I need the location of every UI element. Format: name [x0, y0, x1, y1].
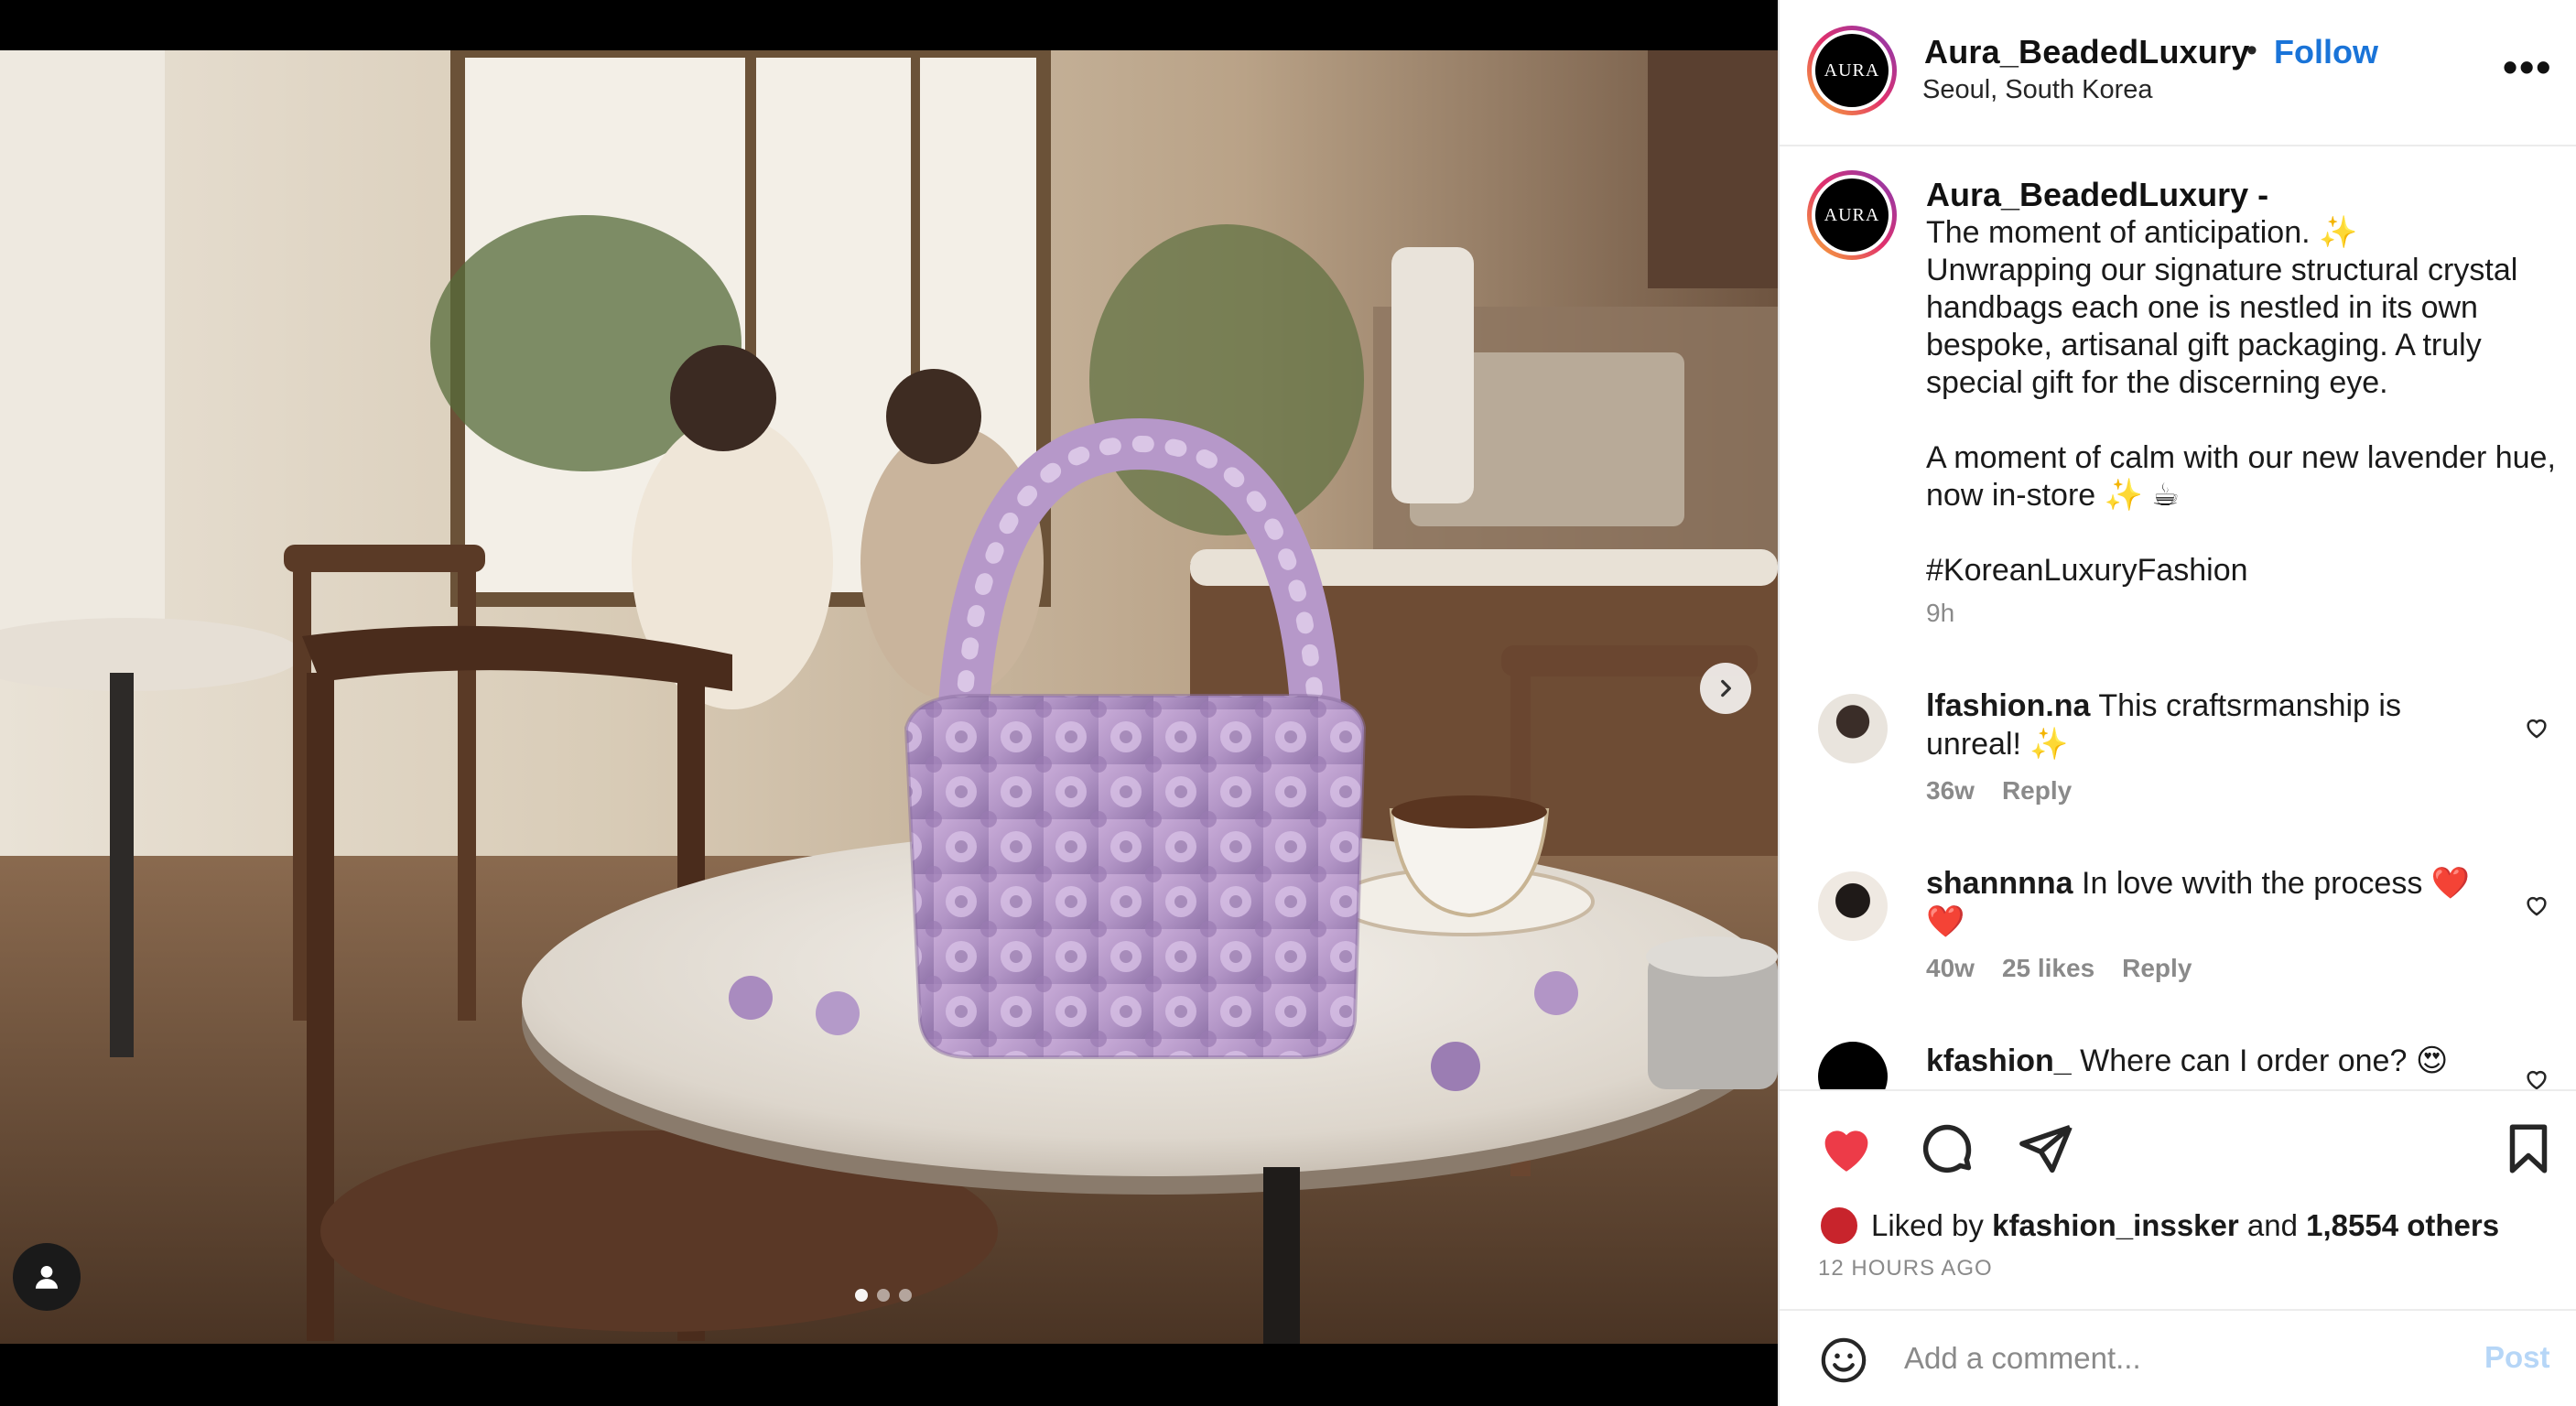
caption-time: 9h — [1926, 599, 1955, 627]
heart-icon[interactable] — [2523, 1065, 2550, 1089]
avatar[interactable] — [1818, 1042, 1888, 1089]
comment-username[interactable]: lfashion.na — [1926, 688, 2090, 723]
comment-username[interactable]: kfashion_ — [1926, 1044, 2072, 1078]
comment-likes[interactable]: 25 likes — [2002, 954, 2094, 983]
liker-avatar — [1818, 1205, 1860, 1247]
carousel-next-button[interactable] — [1700, 663, 1751, 714]
post-photo — [0, 50, 1778, 1344]
more-options-icon[interactable]: ••• — [2503, 46, 2552, 88]
media-pane — [0, 0, 1778, 1406]
post-timestamp: 12 HOURS AGO — [1818, 1256, 1993, 1281]
comment-text: kfashion_ Where can I order one? 😍 — [1926, 1042, 2484, 1080]
comment-item: shannnna In love wvith the process ❤️ ❤️… — [1780, 864, 2576, 1029]
comment-meta: 40w 25 likes Reply — [1926, 954, 2192, 983]
follow-button[interactable]: Follow — [2274, 33, 2378, 71]
comment-item: lfashion.na This craftsrmanship is unrea… — [1780, 687, 2576, 851]
post-side-panel: AURA Aura_BeadedLuxury • Follow Seoul, S… — [1778, 0, 2576, 1406]
carousel-dot — [877, 1289, 890, 1302]
location-link[interactable]: Seoul, South Korea — [1922, 75, 2153, 105]
avatar[interactable] — [1818, 694, 1888, 763]
brand-logo: AURA — [1815, 34, 1889, 107]
separator-dot: • — [2246, 33, 2257, 68]
avatar[interactable]: AURA — [1807, 170, 1897, 260]
comment-body: Where can I order one? 😍 — [2080, 1044, 2449, 1078]
username-link[interactable]: Aura_BeadedLuxury — [1924, 33, 2250, 71]
caption-username[interactable]: Aura_BeadedLuxury - — [1926, 176, 2268, 214]
tagged-users-button[interactable] — [13, 1243, 81, 1311]
comment-time: 40w — [1926, 954, 1975, 982]
heart-icon[interactable] — [2523, 714, 2550, 741]
brand-logo: AURA — [1815, 178, 1889, 252]
likes-count[interactable]: 1,8554 others — [2306, 1208, 2499, 1243]
person-icon — [35, 1265, 59, 1289]
reply-button[interactable]: Reply — [2002, 776, 2072, 806]
comment-item: kfashion_ Where can I order one? 😍 — [1780, 1042, 2576, 1089]
heart-icon[interactable] — [1816, 1119, 1877, 1179]
share-icon[interactable] — [2016, 1119, 2076, 1179]
bookmark-icon[interactable] — [2501, 1119, 2556, 1179]
post-comment-button[interactable]: Post — [2484, 1340, 2550, 1375]
comment-text: lfashion.na This craftsrmanship is unrea… — [1926, 687, 2484, 763]
smiley-icon[interactable] — [1818, 1335, 1869, 1386]
comment-composer: Post — [1780, 1309, 2576, 1406]
avatar[interactable]: AURA — [1807, 26, 1897, 115]
carousel-indicator — [855, 1289, 912, 1302]
likes-summary[interactable]: Liked by kfashion_inssker and 1,8554 oth… — [1818, 1205, 2499, 1247]
caption-text: The moment of anticipation. ✨ Unwrapping… — [1926, 215, 2556, 588]
carousel-dot — [855, 1289, 868, 1302]
comment-text: shannnna In love wvith the process ❤️ ❤️ — [1926, 864, 2484, 941]
carousel-dot — [899, 1289, 912, 1302]
avatar[interactable] — [1818, 871, 1888, 941]
comment-input[interactable] — [1904, 1331, 2417, 1386]
post-header: AURA Aura_BeadedLuxury • Follow Seoul, S… — [1780, 0, 2576, 146]
reply-button[interactable]: Reply — [2122, 954, 2192, 983]
comment-icon[interactable] — [1917, 1119, 1977, 1179]
heart-icon[interactable] — [2523, 892, 2550, 919]
chevron-right-icon — [1721, 679, 1731, 698]
instagram-post-viewer: AURA Aura_BeadedLuxury • Follow Seoul, S… — [0, 0, 2576, 1406]
comment-username[interactable]: shannnna — [1926, 866, 2073, 901]
comment-meta: 36w Reply — [1926, 776, 2072, 806]
liker-username[interactable]: kfashion_inssker — [1992, 1208, 2239, 1243]
post-actions: Liked by kfashion_inssker and 1,8554 oth… — [1780, 1089, 2576, 1309]
comment-time: 36w — [1926, 776, 1975, 805]
